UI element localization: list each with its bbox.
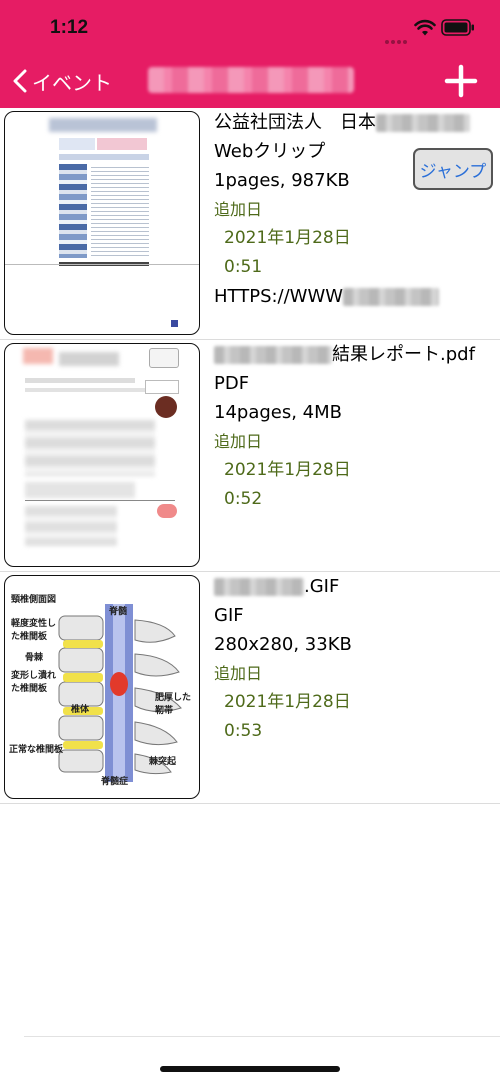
added-time: 0:52 [224,489,263,509]
item-url: HTTPS://WWW [214,282,494,311]
added-date: 2021年1月28日 [224,460,351,480]
item-meta: 280x280, 33KB [214,634,352,655]
thumbnail-webclip[interactable] [4,111,200,335]
item-meta: 14pages, 4MB [214,402,343,423]
chevron-left-icon [13,69,27,93]
item-title: .GIF [214,572,494,601]
wifi-icon [414,19,436,36]
item-type: PDF [214,373,250,394]
navigation-bar: イベント [0,54,500,108]
figure-heading: 頸椎側面図 [11,595,57,605]
figure-label: 椎体 [71,705,90,715]
signal-icon [385,29,409,44]
added-time: 0:51 [224,257,263,277]
list-item[interactable]: 結果レポート.pdf PDF 14pages, 4MB 追加日 2021年1月2… [0,340,500,572]
figure-label: 骨棘 [25,653,44,663]
figure-label: 脊髄 [109,607,128,617]
toolbar-divider [24,1036,500,1037]
added-date: 2021年1月28日 [224,228,351,248]
added-label: 追加日 [214,200,263,219]
status-bar: 1:12 [0,0,500,54]
header: 1:12 イベント [0,0,500,108]
list-item[interactable]: 公益社団法人 日本 Webクリップ 1pages, 987KB 追加日 2021… [0,108,500,340]
back-button[interactable]: イベント [12,64,112,98]
added-label: 追加日 [214,664,263,683]
back-button-label: イベント [32,70,112,95]
document-list: 公益社団法人 日本 Webクリップ 1pages, 987KB 追加日 2021… [0,108,500,804]
status-time: 1:12 [50,17,89,38]
added-date: 2021年1月28日 [224,692,351,712]
figure-label: 変形し潰れた椎間板 [11,671,57,694]
figure-label: 肥厚した靭帯 [155,693,192,716]
battery-icon [441,19,474,36]
page-title-redacted [148,67,354,93]
home-indicator[interactable] [160,1066,340,1072]
item-title: 結果レポート.pdf [214,340,494,369]
item-title: 公益社団法人 日本 [214,108,494,137]
figure-label: 正常な椎間板 [9,745,64,755]
added-label: 追加日 [214,432,263,451]
figure-label: 軽度変性した椎間板 [11,619,57,642]
thumbnail-gif[interactable]: 頸椎側面図 脊髄 軽度変性した椎間板 骨棘 変形し潰れた椎間板 椎体 肥厚した靭… [4,575,200,799]
added-time: 0:53 [224,721,263,741]
list-item[interactable]: 頸椎側面図 脊髄 軽度変性した椎間板 骨棘 変形し潰れた椎間板 椎体 肥厚した靭… [0,572,500,804]
jump-button[interactable]: ジャンプ [413,148,493,190]
figure-label: 脊髄症 [101,777,129,787]
add-icon[interactable] [444,64,478,98]
item-type: GIF [214,605,244,626]
figure-label: 棘突起 [149,757,177,767]
thumbnail-pdf[interactable] [4,343,200,567]
